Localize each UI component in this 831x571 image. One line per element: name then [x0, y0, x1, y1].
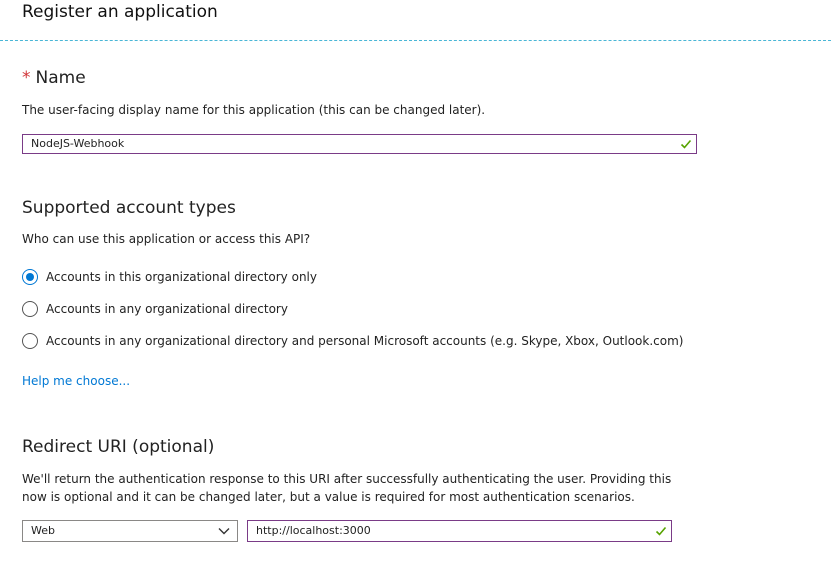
radio-button[interactable]	[22, 333, 38, 349]
radio-label: Accounts in any organizational directory	[46, 302, 288, 316]
header-divider	[0, 40, 831, 41]
radio-option-multi-tenant[interactable]: Accounts in any organizational directory	[22, 299, 288, 319]
platform-select-value: Web	[31, 524, 55, 537]
radio-button[interactable]	[22, 301, 38, 317]
name-input-value: NodeJS-Webhook	[31, 137, 125, 150]
radio-button-selected[interactable]	[22, 269, 38, 285]
redirect-uri-value: http://localhost:3000	[256, 524, 371, 537]
radio-option-multi-tenant-personal[interactable]: Accounts in any organizational directory…	[22, 331, 683, 351]
redirect-uri-description: We'll return the authentication response…	[22, 472, 672, 504]
valid-check-icon	[655, 526, 667, 536]
required-marker: *	[22, 68, 31, 88]
chevron-down-icon	[218, 528, 230, 535]
redirect-uri-input[interactable]: http://localhost:3000	[247, 520, 672, 542]
radio-label: Accounts in any organizational directory…	[46, 334, 684, 348]
page-title: Register an application	[22, 2, 218, 22]
radio-label: Accounts in this organizational director…	[46, 270, 317, 284]
account-types-title: Supported account types	[22, 198, 236, 218]
name-label: Name	[35, 68, 86, 88]
name-description: The user-facing display name for this ap…	[22, 103, 486, 117]
name-input[interactable]: NodeJS-Webhook	[22, 134, 697, 154]
valid-check-icon	[680, 139, 692, 149]
name-section-title: * Name	[22, 68, 86, 88]
help-me-choose-link[interactable]: Help me choose...	[22, 374, 130, 388]
radio-option-single-tenant[interactable]: Accounts in this organizational director…	[22, 267, 317, 287]
redirect-uri-title: Redirect URI (optional)	[22, 437, 215, 457]
account-types-description: Who can use this application or access t…	[22, 232, 311, 246]
platform-select[interactable]: Web	[22, 520, 238, 542]
